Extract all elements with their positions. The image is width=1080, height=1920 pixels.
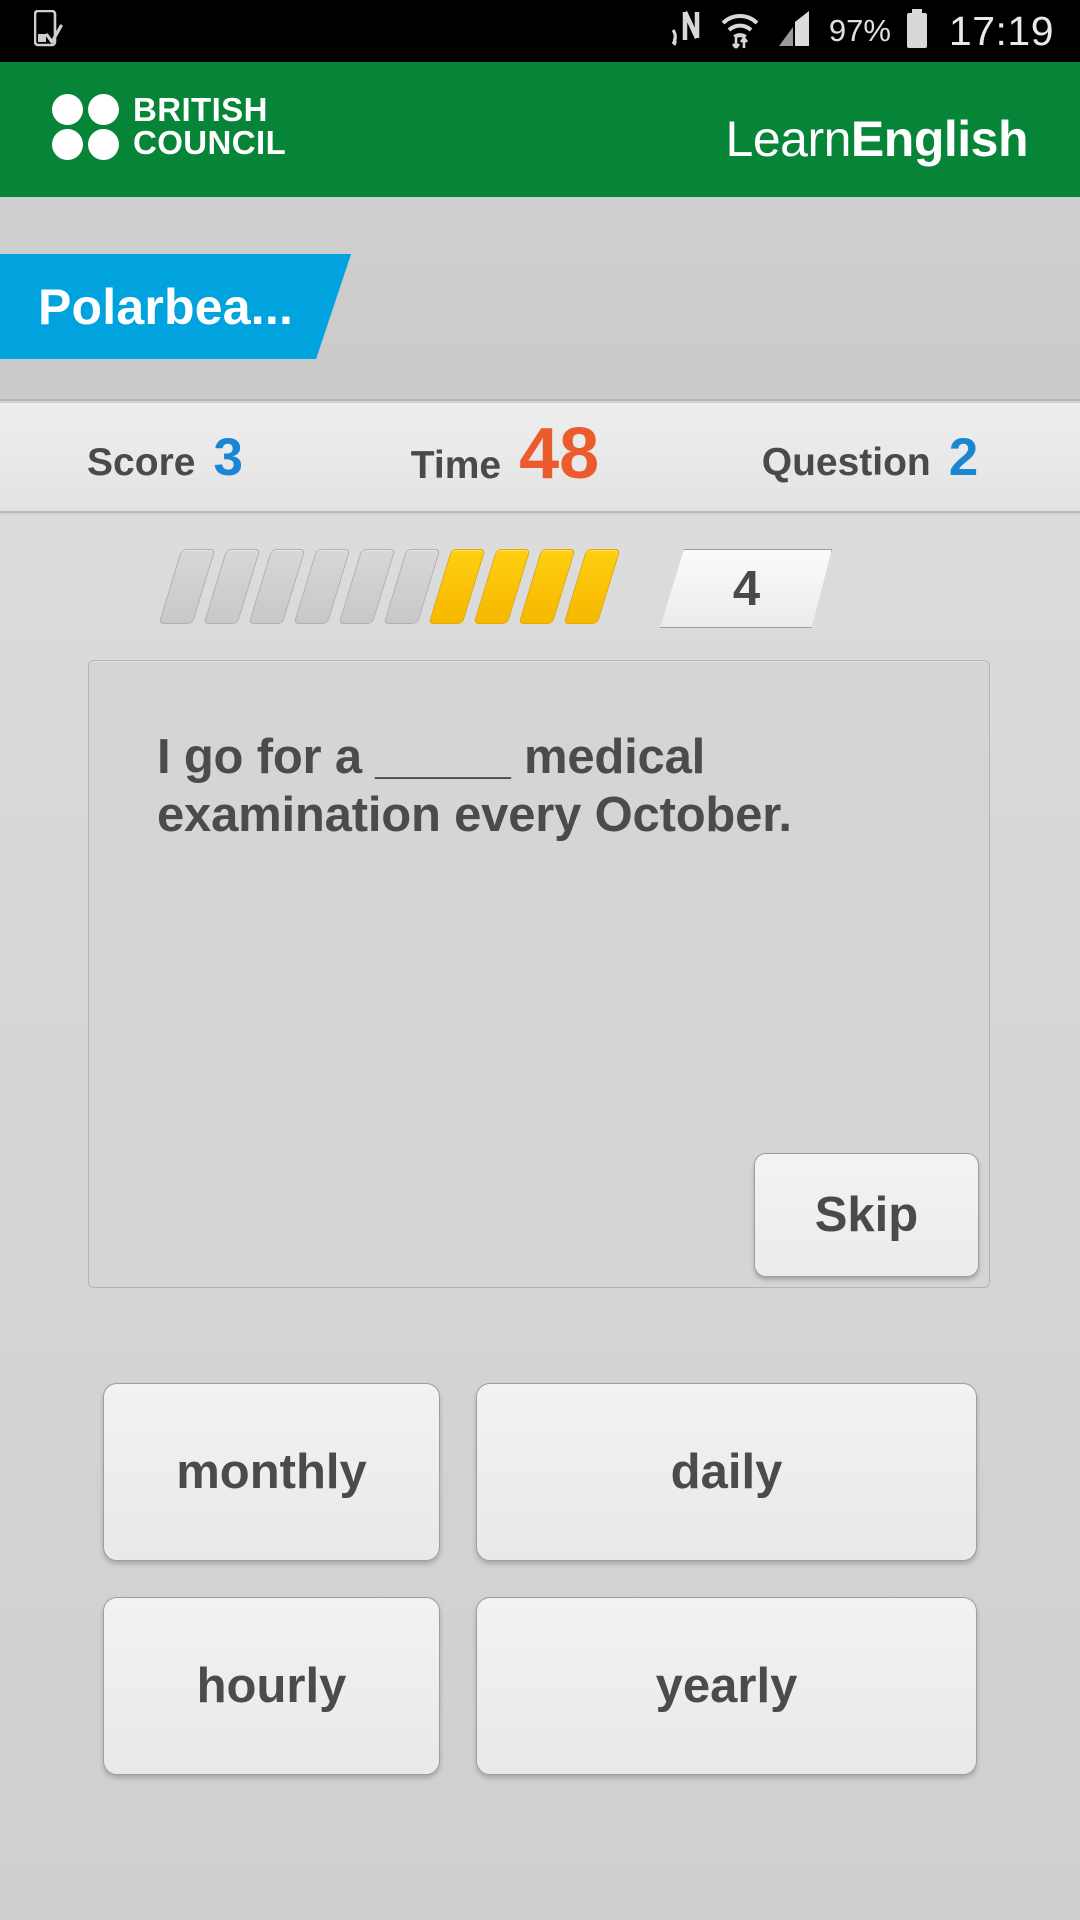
quiz-body: 4 I go for a _____ medical examination e… — [0, 515, 1080, 1920]
tab-label: Polarbea... — [38, 278, 294, 335]
answer-option-label: daily — [670, 1445, 783, 1499]
nfc-icon — [671, 8, 705, 55]
tab-polarbear[interactable]: Polarbea... — [0, 254, 351, 359]
stats-bar: Score 3 Time 48 Question 2 — [0, 403, 1080, 513]
answer-option-hourly[interactable]: hourly — [103, 1597, 440, 1775]
question-text: I go for a _____ medical examination eve… — [157, 730, 792, 842]
app-header: BRITISH COUNCIL LearnEnglish — [0, 62, 1080, 197]
answer-option-yearly[interactable]: yearly — [476, 1597, 977, 1775]
british-council-logo: BRITISH COUNCIL — [52, 94, 286, 160]
status-bar-left — [0, 9, 64, 53]
answer-option-label: hourly — [196, 1659, 347, 1713]
logo-wordmark: BRITISH COUNCIL — [133, 94, 286, 159]
progress-counter-box: 4 — [659, 549, 832, 628]
stat-score: Score 3 — [0, 427, 330, 488]
answer-option-monthly[interactable]: monthly — [103, 1383, 440, 1561]
battery-icon — [905, 8, 929, 54]
answer-option-label: yearly — [655, 1659, 798, 1713]
wifi-icon — [719, 8, 761, 55]
progress-counter-label: 4 — [732, 561, 761, 616]
logo-dots-icon — [52, 94, 120, 160]
time-value: 48 — [519, 414, 600, 494]
learnenglish-bold: English — [850, 111, 1029, 167]
clock-label: 17:19 — [948, 7, 1054, 54]
tab-strip: Polarbea... — [0, 197, 1080, 401]
stat-time: Time 48 — [330, 414, 680, 494]
question-card: I go for a _____ medical examination eve… — [88, 660, 990, 1288]
skip-button-label: Skip — [814, 1188, 919, 1242]
score-label: Score — [87, 440, 196, 484]
status-bar: 97% 17:19 — [0, 0, 1080, 62]
progress-bar: 4 — [158, 549, 832, 628]
answer-option-label: monthly — [176, 1445, 367, 1499]
stat-question: Question 2 — [680, 427, 1080, 488]
signal-icon — [775, 9, 815, 54]
logo-line-2: COUNCIL — [133, 124, 287, 161]
progress-segments — [158, 549, 621, 624]
learnenglish-thin: Learn — [725, 111, 852, 167]
time-label: Time — [410, 444, 502, 487]
learnenglish-logo: LearnEnglish — [725, 110, 1029, 168]
logo-line-1: BRITISH — [133, 91, 268, 129]
answer-option-daily[interactable]: daily — [476, 1383, 977, 1561]
question-label: Question — [761, 440, 931, 484]
sim-card-check-icon — [33, 9, 64, 53]
status-bar-right: 97% 17:19 — [671, 8, 1080, 55]
question-value: 2 — [948, 427, 979, 487]
answer-options: monthly daily hourly yearly — [103, 1383, 977, 1775]
battery-percent-label: 97% — [828, 13, 891, 48]
progress-segment-filled — [563, 549, 621, 624]
skip-button[interactable]: Skip — [754, 1153, 979, 1277]
score-value: 3 — [213, 427, 243, 487]
